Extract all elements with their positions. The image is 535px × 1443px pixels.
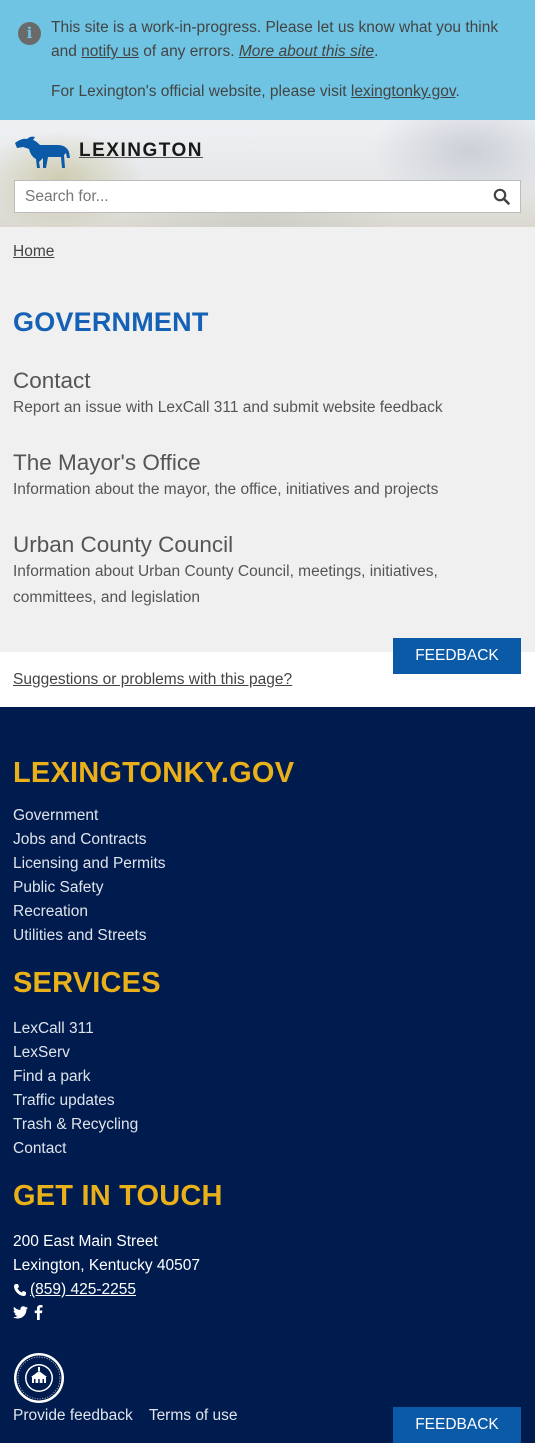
urban-county-council-link[interactable]: Urban County Council xyxy=(13,531,523,559)
notify-us-link[interactable]: notify us xyxy=(81,43,139,60)
page-title: GOVERNMENT xyxy=(13,307,209,337)
footer-link-trash-recycling[interactable]: Trash & Recycling xyxy=(13,1116,138,1133)
list-item: Urban County Council Information about U… xyxy=(13,531,523,611)
footer-link-contact[interactable]: Contact xyxy=(13,1140,66,1157)
address-line-1: 200 East Main Street xyxy=(13,1233,158,1250)
footer-heading-services: SERVICES xyxy=(13,967,161,999)
footer-link-recreation[interactable]: Recreation xyxy=(13,903,88,920)
site-footer: LEXINGTONKY.GOV Government Jobs and Cont… xyxy=(0,707,535,1443)
breadcrumb-home-link[interactable]: Home xyxy=(13,243,54,260)
footer-feedback-button[interactable]: FEEDBACK xyxy=(393,1407,521,1443)
contact-link[interactable]: Contact xyxy=(13,367,523,395)
notice-text: For Lexington's official website, please… xyxy=(51,83,351,100)
footer-heading-get-in-touch: GET IN TOUCH xyxy=(13,1180,223,1212)
list-item: The Mayor's Office Information about the… xyxy=(13,449,523,503)
footer-link-lexserv[interactable]: LexServ xyxy=(13,1044,70,1061)
footer-heading-site: LEXINGTONKY.GOV xyxy=(13,757,295,789)
more-about-site-link[interactable]: More about this site xyxy=(239,43,374,60)
official-site-link[interactable]: lexingtonky.gov xyxy=(351,83,456,100)
footer-services-links: LexCall 311 LexServ Find a park Traffic … xyxy=(13,1017,138,1161)
footer-link-find-park[interactable]: Find a park xyxy=(13,1068,91,1085)
item-description-line-1: Information about Urban County Council, … xyxy=(13,563,438,580)
notice-text: . xyxy=(374,43,379,60)
search-icon[interactable] xyxy=(492,187,512,207)
notice-text: of any errors. xyxy=(138,43,239,60)
search-box xyxy=(14,180,521,213)
footer-link-traffic[interactable]: Traffic updates xyxy=(13,1092,115,1109)
breadcrumb: Home xyxy=(13,243,54,261)
info-icon: i xyxy=(18,22,41,45)
footer-link-public-safety[interactable]: Public Safety xyxy=(13,879,103,896)
footer-link-government[interactable]: Government xyxy=(13,807,98,824)
item-description: Report an issue with LexCall 311 and sub… xyxy=(13,399,443,416)
contact-info: 200 East Main Street Lexington, Kentucky… xyxy=(13,1230,200,1302)
provide-feedback-link[interactable]: Provide feedback xyxy=(13,1407,133,1424)
item-description: Information about the mayor, the office,… xyxy=(13,481,439,498)
footer-link-utilities-streets[interactable]: Utilities and Streets xyxy=(13,927,147,944)
feedback-button[interactable]: FEEDBACK xyxy=(393,638,521,674)
notice-line-2: and notify us of any errors. More about … xyxy=(51,43,378,61)
phone-row: (859) 425-2255 xyxy=(13,1278,200,1302)
social-links xyxy=(13,1305,43,1320)
notice-text: . xyxy=(455,83,460,100)
notice-line-1: This site is a work-in-progress. Please … xyxy=(51,19,499,36)
phone-link[interactable]: (859) 425-2255 xyxy=(30,1278,136,1302)
terms-of-use-link[interactable]: Terms of use xyxy=(149,1407,238,1424)
footer-link-jobs-contracts[interactable]: Jobs and Contracts xyxy=(13,831,147,848)
suggestions-link[interactable]: Suggestions or problems with this page? xyxy=(13,671,292,689)
notice-line-3: For Lexington's official website, please… xyxy=(51,83,460,101)
footer-link-licensing-permits[interactable]: Licensing and Permits xyxy=(13,855,166,872)
footer-site-links: Government Jobs and Contracts Licensing … xyxy=(13,804,166,948)
city-seal-icon xyxy=(14,1353,64,1403)
footer-bottom-links: Provide feedback Terms of use xyxy=(13,1407,250,1425)
phone-icon xyxy=(14,1284,26,1296)
twitter-icon[interactable] xyxy=(13,1306,28,1319)
lexington-wordmark: LEXINGTON xyxy=(79,140,203,161)
mayors-office-link[interactable]: The Mayor's Office xyxy=(13,449,523,477)
search-input[interactable] xyxy=(15,181,475,212)
site-notice-banner: i This site is a work-in-progress. Pleas… xyxy=(0,0,535,120)
list-item: Contact Report an issue with LexCall 311… xyxy=(13,367,523,421)
footer-link-lexcall[interactable]: LexCall 311 xyxy=(13,1020,94,1037)
site-logo[interactable]: LEXINGTON xyxy=(13,130,203,172)
site-header: LEXINGTON xyxy=(0,120,535,227)
facebook-icon[interactable] xyxy=(34,1305,43,1320)
address-line-2: Lexington, Kentucky 40507 xyxy=(13,1257,200,1274)
item-description-line-2: committees, and legislation xyxy=(13,589,200,606)
horse-logo-icon xyxy=(15,136,70,168)
notice-text: and xyxy=(51,43,82,60)
